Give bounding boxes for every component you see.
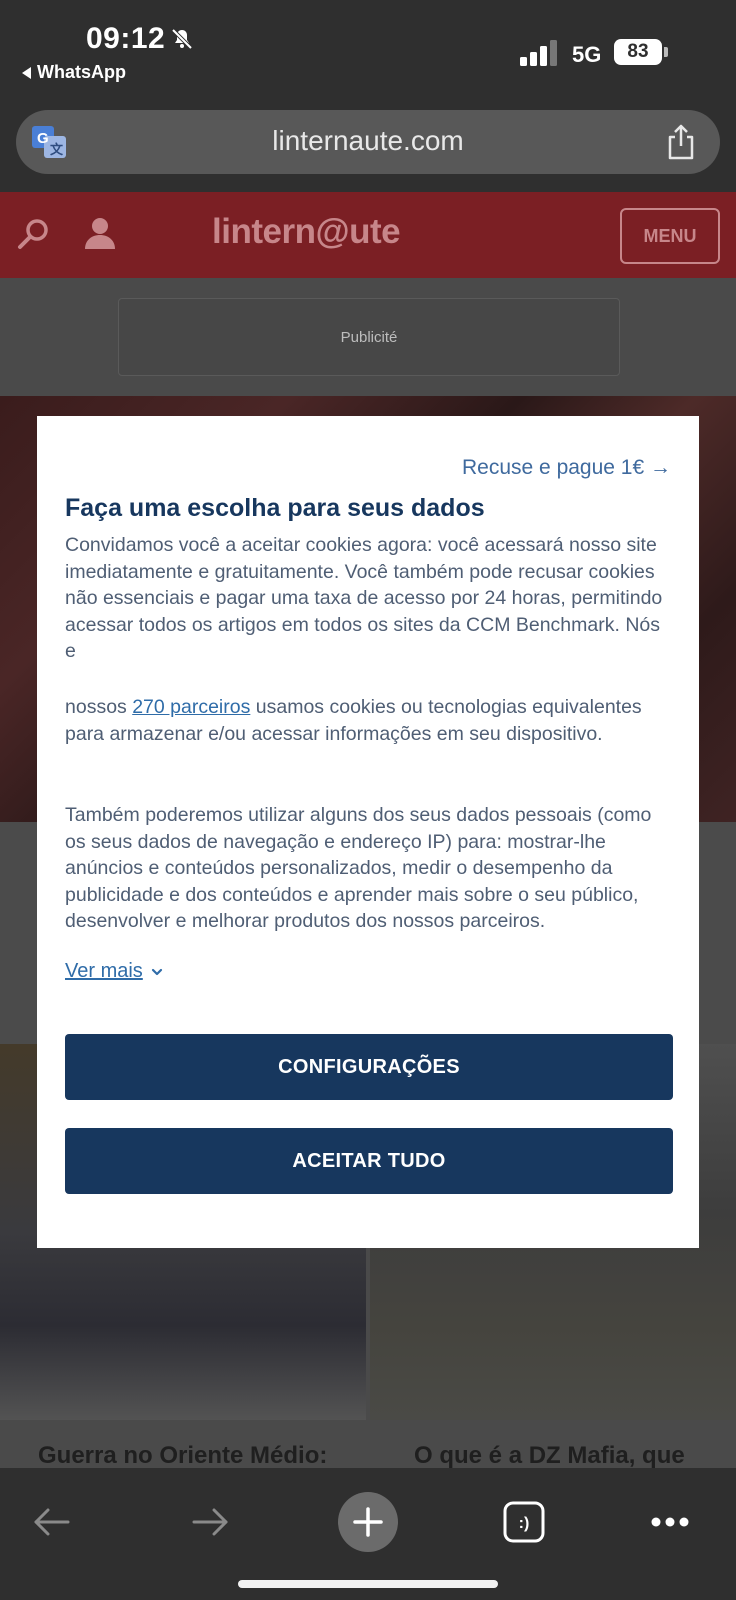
bell-slash-icon xyxy=(171,28,193,50)
refuse-and-pay-link[interactable]: Recuse e pague 1€ → xyxy=(462,456,671,480)
battery-level: 83 xyxy=(627,41,649,62)
paragraph-2-lead: nossos xyxy=(65,696,133,718)
cell-signal-icon xyxy=(520,40,557,66)
menu-button[interactable]: MENU xyxy=(620,208,720,264)
site-header: lintern@ute MENU xyxy=(0,192,736,278)
browser-address-area: G 文 linternaute.com xyxy=(0,100,736,192)
article-headline-right[interactable]: O que é a DZ Mafia, que xyxy=(414,1442,685,1468)
forward-arrow-icon[interactable] xyxy=(180,1492,240,1552)
status-time: 09:12 xyxy=(86,22,166,55)
partners-link[interactable]: 270 parceiros xyxy=(132,696,250,718)
address-bar[interactable]: G 文 linternaute.com xyxy=(16,110,720,174)
consent-paragraph-3: Também poderemos utilizar alguns dos seu… xyxy=(65,804,652,932)
back-arrow-icon[interactable] xyxy=(22,1492,82,1552)
user-icon[interactable] xyxy=(82,215,118,251)
share-icon[interactable] xyxy=(666,124,696,160)
see-more-link[interactable]: Ver mais xyxy=(65,960,163,983)
article-headline-left[interactable]: Guerra no Oriente Médio: xyxy=(38,1442,327,1468)
url-text: linternaute.com xyxy=(272,125,464,156)
see-more-label: Ver mais xyxy=(65,960,143,982)
headline-band: Guerra no Oriente Médio: O que é a DZ Ma… xyxy=(0,1420,736,1468)
chevron-down-icon xyxy=(151,968,162,975)
settings-button[interactable]: CONFIGURAÇÕES xyxy=(65,1034,673,1100)
battery-nub xyxy=(664,47,668,57)
consent-paragraph-1: Convidamos você a aceitar cookies agora:… xyxy=(65,534,663,662)
consent-paragraph-2: nossos 270 parceiros usamos cookies ou t… xyxy=(65,694,675,747)
new-tab-icon[interactable] xyxy=(338,1492,398,1552)
battery-icon: 83 xyxy=(614,39,662,65)
more-options-icon[interactable] xyxy=(640,1492,700,1552)
browser-toolbar: :) xyxy=(0,1468,736,1600)
back-to-app-link[interactable]: WhatsApp xyxy=(22,62,126,83)
cookie-consent-modal: Recuse e pague 1€ → Faça uma escolha par… xyxy=(37,416,699,1248)
tabs-icon-label: :) xyxy=(519,1515,530,1532)
search-icon[interactable] xyxy=(16,216,52,252)
consent-title: Faça uma escolha para seus dados xyxy=(65,494,485,522)
tabs-icon[interactable]: :) xyxy=(494,1492,554,1552)
site-logo[interactable]: lintern@ute xyxy=(212,212,401,252)
network-type: 5G xyxy=(572,42,602,67)
back-triangle-icon xyxy=(22,66,31,79)
home-indicator[interactable] xyxy=(238,1580,498,1588)
back-app-label: WhatsApp xyxy=(37,62,126,82)
ad-placeholder: Publicité xyxy=(118,298,620,376)
accept-all-button[interactable]: ACEITAR TUDO xyxy=(65,1128,673,1194)
status-bar: 09:12 WhatsApp 5G 83 xyxy=(0,0,736,100)
